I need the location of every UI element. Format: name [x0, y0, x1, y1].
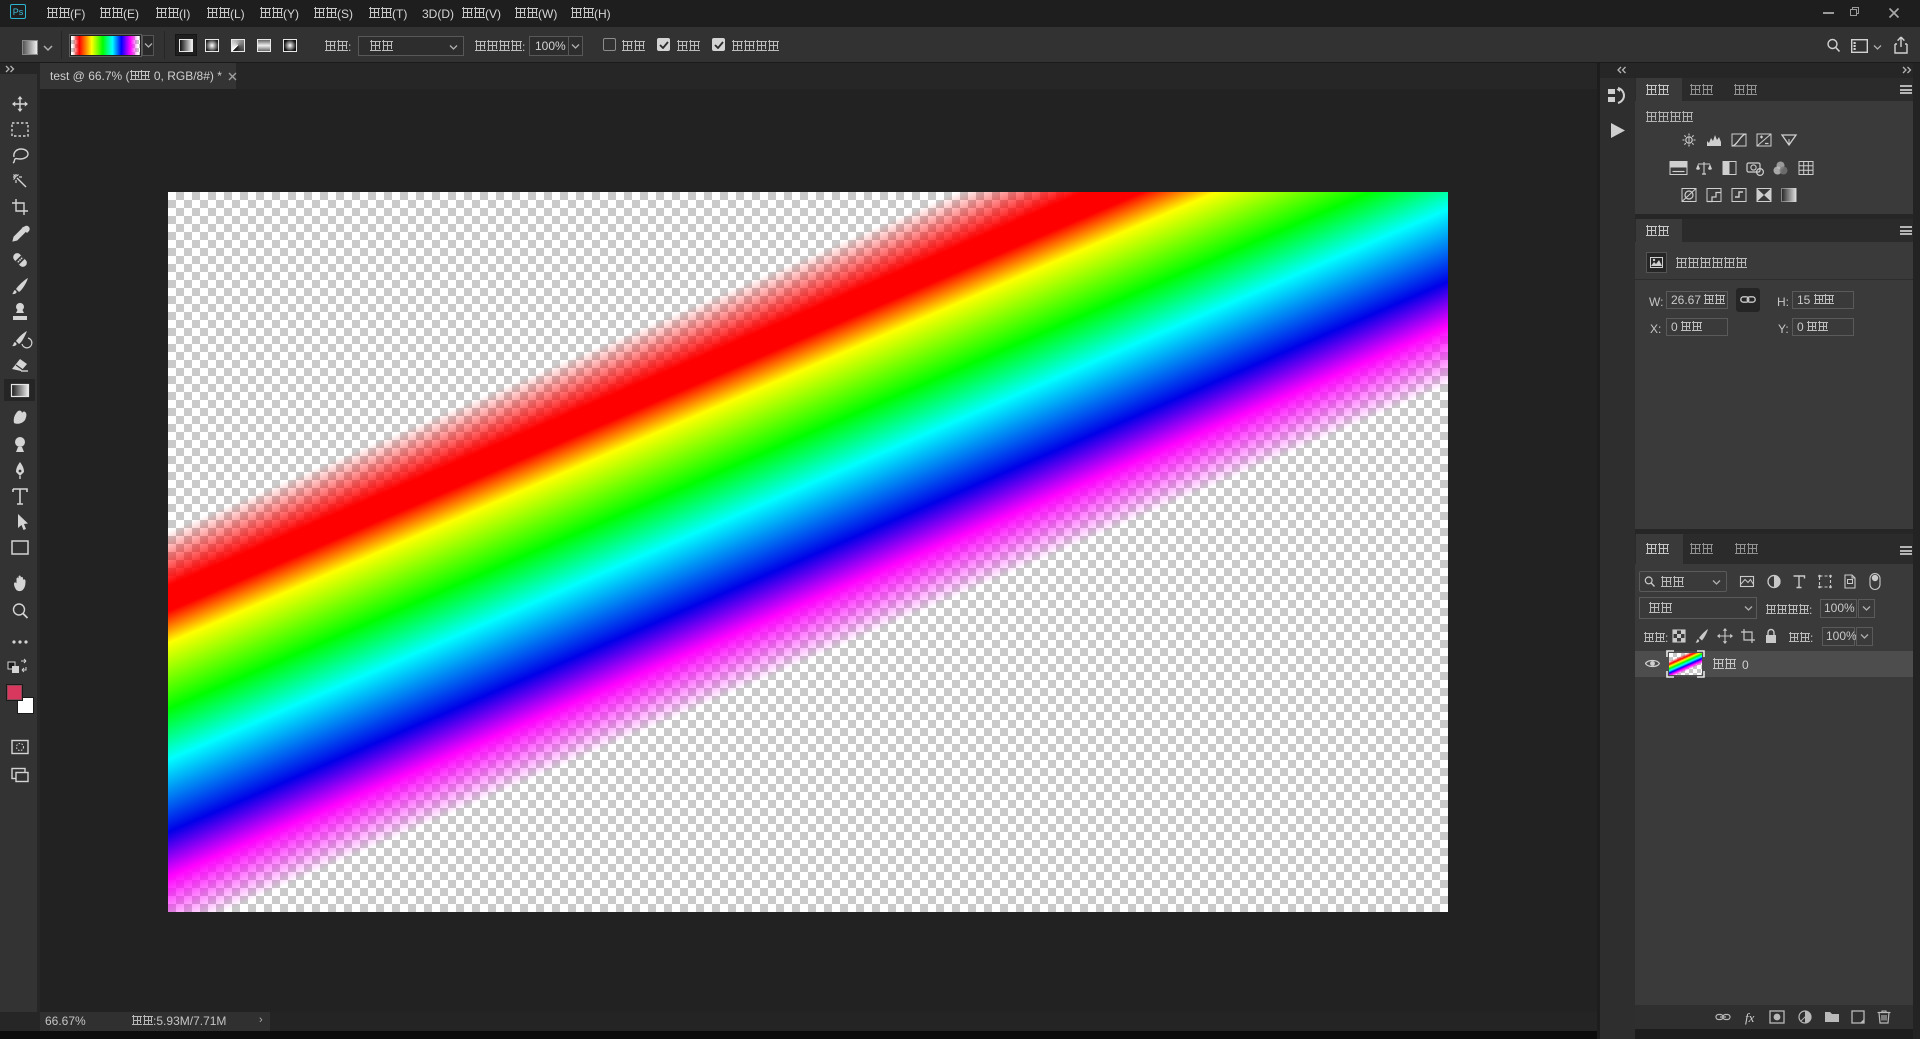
svg-text:fx: fx [1745, 1010, 1755, 1025]
